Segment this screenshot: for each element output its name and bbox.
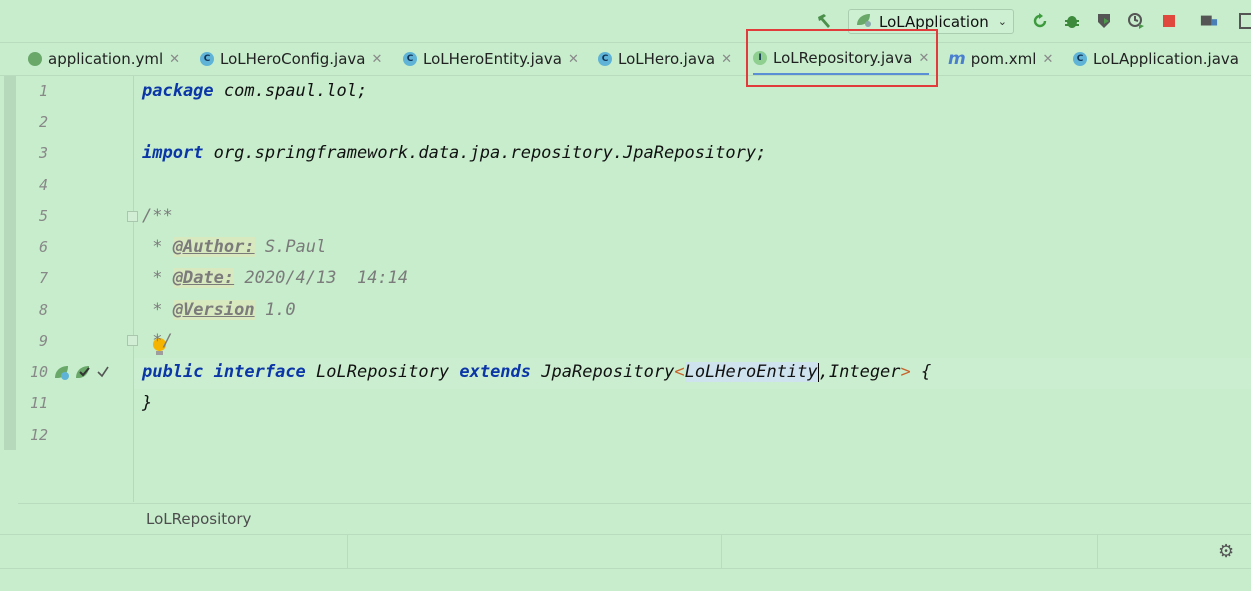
javadoc-tag: @Author:	[172, 237, 255, 257]
type-argument: ,Integer	[818, 362, 901, 382]
line-number: 1	[38, 82, 48, 100]
code-text: com.spaul.lol;	[213, 81, 368, 101]
tab-label: LoLHero.java	[618, 50, 716, 68]
tab-lolhero-java[interactable]: C LoLHero.java ✕	[598, 43, 732, 75]
line-number: 6	[38, 238, 48, 256]
debug-bug-icon[interactable]	[1063, 12, 1081, 30]
comment-star: *	[142, 237, 173, 257]
tab-label: LoLHeroConfig.java	[220, 50, 366, 68]
keyword: public	[142, 362, 204, 382]
fold-marker[interactable]	[127, 211, 138, 222]
tab-loleroentity-java[interactable]: C LoLHeroEntity.java ✕	[403, 43, 579, 75]
close-icon[interactable]: ✕	[568, 52, 579, 67]
interface-name: LoLRepository	[316, 362, 450, 382]
code-text: org.springframework.data.jpa.repository.…	[203, 143, 767, 163]
stop-icon[interactable]	[1160, 12, 1178, 30]
line-number: 9	[38, 332, 48, 350]
breadcrumb[interactable]: LoLRepository	[146, 510, 251, 528]
coverage-icon[interactable]	[1095, 12, 1113, 30]
line-number: 10	[29, 363, 48, 381]
spring-class-icon: C	[1073, 52, 1087, 66]
status-bar	[0, 568, 1251, 591]
generic-bracket: >	[900, 362, 911, 382]
maven-m-icon: m	[948, 49, 966, 69]
divider	[721, 534, 722, 568]
line-number: 11	[29, 394, 48, 412]
code-line-1: package com.spaul.lol;	[142, 76, 367, 107]
layout-icon[interactable]	[1237, 12, 1251, 30]
comment-text: 1.0	[254, 300, 296, 320]
tool-window-bar	[0, 534, 1251, 569]
line-number: 8	[38, 301, 48, 319]
hammer-build-icon[interactable]	[815, 12, 833, 30]
active-tab-highlight-box	[746, 29, 938, 87]
left-scroll-strip	[4, 76, 16, 450]
line-number: 3	[38, 144, 48, 162]
editor-tabs: application.yml ✕ C LoLHeroConfig.java ✕…	[0, 43, 1251, 76]
line-number: 4	[38, 176, 48, 194]
close-icon[interactable]: ✕	[721, 52, 732, 67]
tab-label: LoLApplication.java	[1093, 50, 1239, 68]
close-icon[interactable]: ✕	[371, 52, 382, 67]
close-icon[interactable]: ✕	[1042, 52, 1053, 67]
tab-label: LoLHeroEntity.java	[423, 50, 562, 68]
tab-lolheroconfig-java[interactable]: C LoLHeroConfig.java ✕	[200, 43, 382, 75]
type-argument: LoLHeroEntity	[684, 362, 818, 382]
divider	[1097, 534, 1098, 568]
spring-yml-icon	[28, 52, 42, 66]
checkmark-icon	[96, 364, 110, 383]
profiler-icon[interactable]	[1127, 12, 1145, 30]
project-structure-icon[interactable]	[1200, 12, 1218, 30]
javadoc-tag: @Date:	[172, 268, 235, 288]
tab-pom-xml[interactable]: m pom.xml ✕	[948, 43, 1053, 75]
keyword: extends	[459, 362, 532, 382]
run-config-label: LoLApplication	[879, 12, 989, 31]
line-number: 7	[38, 269, 48, 287]
tab-label: pom.xml	[970, 50, 1037, 68]
code-line-10: public interface LoLRepository extends J…	[142, 357, 931, 388]
brace: {	[910, 362, 932, 382]
line-number: 2	[38, 113, 48, 131]
comment-star: *	[142, 268, 173, 288]
code-line-7: * @Date: 2020/4/13 14:14	[142, 263, 408, 294]
javadoc-tag: @Version	[172, 300, 255, 320]
gear-icon[interactable]: ⚙	[1218, 541, 1234, 562]
line-number: 5	[38, 207, 48, 225]
code-line-6: * @Author: S.Paul	[142, 232, 326, 263]
keyword: import	[142, 143, 204, 163]
class-c-icon: C	[598, 52, 612, 66]
keyword: interface	[213, 362, 306, 382]
main-toolbar: LoLApplication ⌄	[0, 0, 1251, 43]
fold-marker[interactable]	[127, 335, 138, 346]
super-type: JpaRepository	[541, 362, 675, 382]
chevron-down-icon: ⌄	[997, 15, 1007, 28]
code-line-5: /**	[142, 206, 173, 226]
close-icon[interactable]: ✕	[169, 52, 180, 67]
generic-bracket: <	[674, 362, 685, 382]
tab-lolapplication-java[interactable]: C LoLApplication.java	[1073, 43, 1239, 75]
comment-star: *	[142, 300, 173, 320]
code-line-11: }	[142, 393, 153, 413]
code-line-8: * @Version 1.0	[142, 295, 296, 326]
tab-label: application.yml	[48, 50, 164, 68]
line-number: 12	[29, 426, 48, 444]
code-line-3: import org.springframework.data.jpa.repo…	[142, 138, 766, 169]
spring-bean-icon[interactable]	[53, 364, 71, 386]
keyword: package	[142, 81, 214, 101]
comment-text: 2020/4/13 14:14	[234, 268, 409, 288]
divider	[347, 534, 348, 568]
tab-application-yml[interactable]: application.yml ✕	[28, 43, 180, 75]
code-line-9: */	[142, 331, 173, 351]
class-c-icon: C	[200, 52, 214, 66]
class-c-icon: C	[403, 52, 417, 66]
comment-text: S.Paul	[254, 237, 327, 257]
rerun-icon[interactable]	[1031, 12, 1049, 30]
spring-inspect-icon[interactable]	[74, 364, 92, 386]
